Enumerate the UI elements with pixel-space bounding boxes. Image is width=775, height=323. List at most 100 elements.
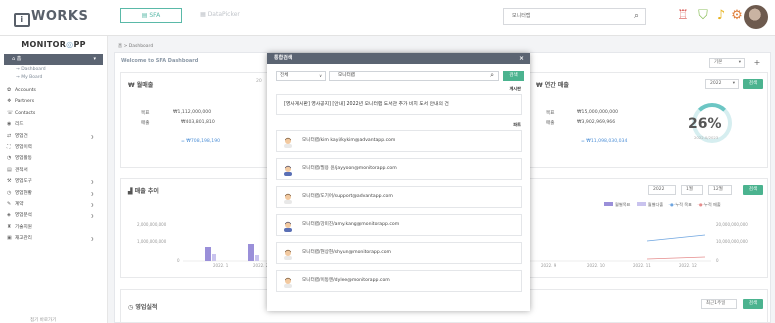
sidebar-item-7[interactable]: ▤ 견적서 — [0, 165, 107, 176]
page-title: Welcome to SFA Dashboard — [121, 58, 199, 64]
avatar[interactable] — [744, 5, 768, 29]
sidebar-item-label: 재고관리 — [15, 236, 32, 242]
sidebar-item-13[interactable]: ▣ 재고관리 ❯ — [0, 233, 107, 244]
modal-title: 통합검색 — [274, 55, 293, 61]
sidebar-item-label: 견적서 — [15, 167, 28, 173]
logo-mark: i — [14, 13, 30, 27]
chevron-down-icon: ▾ — [738, 60, 741, 65]
person-result-item[interactable]: 모니터랩/현상현/shyun@monitorapp.com — [276, 242, 522, 264]
modal-header: 통합검색 × — [267, 53, 530, 64]
global-search-input[interactable]: 모니터랩 ⌕ — [503, 8, 646, 25]
person-result-text: 모니터랩/필용 윤/jayyoon@monitorapp.com — [302, 166, 397, 171]
sidebar-item-label: 영업도구 — [15, 179, 32, 185]
person-result-item[interactable]: 모니터랩/필용 윤/jayyoon@monitorapp.com — [276, 158, 522, 180]
sidebar-item-label: 영업분석 — [15, 213, 32, 219]
view-select[interactable]: 기본 ▾ — [709, 58, 745, 68]
person-result-item[interactable]: 모니터랩/이동엔/dylee@monitorapp.com — [276, 270, 522, 292]
sidebar-item-10[interactable]: ✎ 계약 ❯ — [0, 199, 107, 210]
x-tick-oct: 2022. 10 — [587, 263, 605, 268]
modal-search-input[interactable]: 모니터랩 ⌕ — [329, 71, 499, 81]
monthly-diff-value: = ₩708,198,190 — [181, 139, 221, 144]
sidebar-item-label: 영업활동 — [15, 156, 32, 162]
person-result-text: 모니터랩/도기어/support@advantapp.com — [302, 194, 393, 199]
sales-performance-title-text: 영업실적 — [135, 304, 158, 311]
staff-section-label: 파트 — [513, 122, 521, 127]
period-select[interactable]: 최근1주일 — [701, 299, 737, 309]
add-widget-button[interactable]: + — [751, 57, 763, 68]
sidebar-item-9[interactable]: ◷ 영업현황 ❯ — [0, 188, 107, 199]
quote-icon: ▤ — [7, 166, 12, 173]
person-result-item[interactable]: 모니터랩/강미진/amy.kang@monitorapp.com — [276, 214, 522, 236]
person-avatar-icon — [284, 137, 292, 148]
search-scope-select[interactable]: 전체 ∨ — [276, 71, 326, 81]
deal-icon: ⇄ — [7, 132, 12, 139]
annual-gauge-value: 26% — [688, 116, 722, 132]
search-icon[interactable]: ⌕ — [490, 71, 494, 79]
analysis-icon: ◈ — [7, 212, 11, 219]
support-icon: ♜ — [7, 223, 12, 230]
sidebar-item-8[interactable]: ⚒ 영업도구 ❯ — [0, 176, 107, 187]
sidebar-item-1[interactable]: ❖ Partners — [0, 96, 107, 107]
annual-target-label: 목표 — [546, 111, 555, 116]
view-select-value: 기본 — [714, 60, 723, 65]
sidebar-home[interactable]: ⌂ 홈 ▾ — [4, 54, 103, 65]
org-chart-icon[interactable]: ♖ — [673, 6, 693, 26]
status-icon: ◷ — [7, 189, 12, 196]
person-result-item[interactable]: 모니터랩/kim kayi/kykim@advantapp.com — [276, 130, 522, 152]
sidebar-item-3[interactable]: ◉ 리드 — [0, 119, 107, 130]
annual-sales-card: ₩ 연간 매출 2022 ▾ 검색 목표 ₩15,000,000,000 매출 ₩… — [528, 72, 768, 168]
sidebar-sub-myboard[interactable]: → My Board — [0, 73, 107, 81]
modal-search-value: 모니터랩 — [338, 73, 355, 78]
monthly-sales-title-text: 월매출 — [136, 82, 154, 89]
monthly-target-value: ₩1,112,000,000 — [173, 110, 212, 115]
tools-icon: ⚒ — [7, 178, 12, 185]
annual-search-button[interactable]: 검색 — [743, 79, 763, 89]
sidebar-item-2[interactable]: ☏ Contacts — [0, 108, 107, 119]
sidebar-item-0[interactable]: ✿ Accounts — [0, 85, 107, 96]
sidebar-item-11[interactable]: ◈ 영업분석 ❯ — [0, 210, 107, 221]
monthly-sales-title: ₩ 월매출 — [128, 80, 153, 89]
performance-search-button[interactable]: 검색 — [743, 299, 763, 309]
chevron-down-icon: ▾ — [93, 56, 96, 62]
filter-icon[interactable]: ⛉ — [693, 6, 713, 26]
modal-search-button[interactable]: 검색 — [503, 71, 524, 81]
sidebar-item-label: 영업이력 — [15, 144, 32, 150]
sidebar-item-5[interactable]: ⛶ 영업이력 — [0, 142, 107, 153]
search-scope-value: 전체 — [280, 73, 289, 78]
global-search-modal: 통합검색 × 전체 ∨ 모니터랩 ⌕ 검색 게시판 [영사게시판] 영사공지] [… — [267, 53, 530, 311]
close-icon[interactable]: × — [519, 53, 524, 64]
brand: MONITOR◎PP — [0, 36, 107, 54]
annual-sales-title: ₩ 연간 매출 — [536, 80, 569, 89]
sidebar-item-label: 계약 — [15, 201, 24, 207]
person-avatar-icon — [284, 221, 292, 232]
board-result-item[interactable]: [영사게시판] 영사공지] [안내] 2022년 모니터랩 도서관 추가 비치 … — [276, 94, 522, 115]
tab-sfa[interactable]: ▤ SFA — [120, 8, 182, 23]
tab-datapicker[interactable]: ▦ DataPicker — [187, 8, 253, 23]
bar-target-feb — [248, 244, 254, 261]
person-result-item[interactable]: 모니터랩/도기어/support@advantapp.com — [276, 186, 522, 208]
annual-sales-label: 매출 — [546, 121, 555, 126]
x-tick-sep: 2022. 9 — [541, 263, 557, 268]
monthly-date-tail: 20 — [256, 79, 262, 84]
logo-text: WORKS — [31, 9, 89, 24]
x-tick-nov: 2022. 11 — [633, 263, 651, 268]
sidebar-sub-dashboard[interactable]: → Dashboard — [0, 65, 107, 73]
person-result-text: 모니터랩/강미진/amy.kang@monitorapp.com — [302, 222, 400, 227]
global-search-value: 모니터랩 — [512, 13, 531, 19]
year-select[interactable]: 2022 ▾ — [705, 79, 739, 89]
sidebar-menu: ✿ Accounts ❖ Partners ☏ Contacts ◉ 리드 ⇄ 영업건 ❯ ⛶ 영업이력… — [0, 85, 107, 244]
year-select-value: 2022 — [710, 81, 722, 86]
annual-sales-value: ₩3,902,969,966 — [577, 120, 616, 125]
sidebar-item-6[interactable]: ◔ 영업활동 — [0, 153, 107, 164]
x-tick-jan: 2022. 1 — [213, 263, 229, 268]
sidebar-item-4[interactable]: ⇄ 영업건 ❯ — [0, 131, 107, 142]
monthly-sales-value: ₩403,801,810 — [181, 120, 215, 125]
sidebar-item-label: 기술지원 — [15, 224, 32, 230]
sidebar-item-12[interactable]: ♜ 기술지원 — [0, 222, 107, 233]
sidebar-bottom-text[interactable]: 접기 바로가기 — [30, 317, 56, 323]
period-select-value: 최근1주일 — [706, 301, 726, 306]
chevron-right-icon: ❯ — [90, 179, 94, 185]
logo[interactable]: i WORKS — [14, 9, 110, 27]
search-icon[interactable]: ⌕ — [634, 11, 639, 22]
monthly-sales-label: 매출 — [141, 121, 150, 126]
